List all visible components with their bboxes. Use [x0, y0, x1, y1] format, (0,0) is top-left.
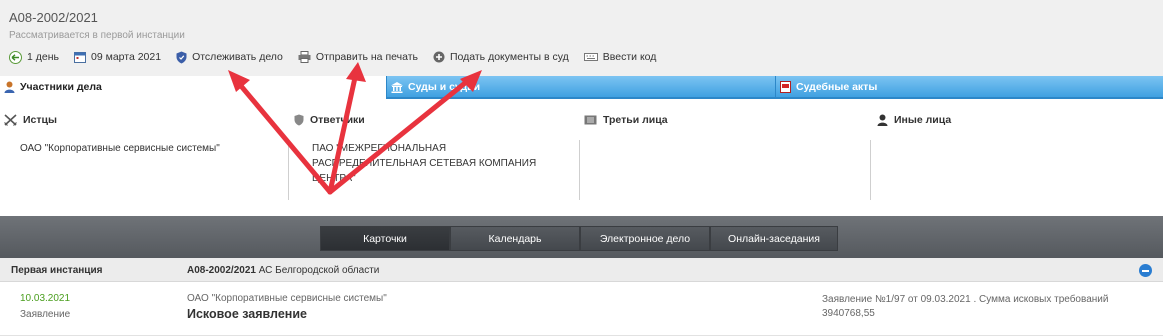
track-case-label: Отслеживать дело [192, 51, 283, 63]
plaintiff-item[interactable]: ОАО "Корпоративные сервисные системы" [20, 141, 220, 156]
days-label: 1 день [27, 51, 59, 63]
case-number: А08-2002/2021 [9, 10, 98, 25]
defendant-line: ЦЕНТРА" [312, 173, 356, 184]
plaintiffs-label: Истцы [23, 114, 57, 126]
submit-documents-button[interactable]: Подать документы в суд [433, 51, 569, 63]
enter-code-button[interactable]: Ввести код [583, 51, 657, 63]
cards-tab[interactable]: Карточки [320, 226, 450, 251]
defendant-item[interactable]: ПАО "МЕЖРЕГИОНАЛЬНАЯ РАСПРЕДЕЛИТЕЛЬНАЯ С… [312, 141, 536, 186]
print-label: Отправить на печать [315, 51, 418, 63]
defendants-column: Ответчики ПАО "МЕЖРЕГИОНАЛЬНАЯ РАСПРЕДЕЛ… [290, 99, 580, 216]
third-parties-column: Третьи лица [580, 99, 870, 216]
toolbar: 1 день 09 марта 2021 Отслеживать дело От… [9, 50, 671, 64]
case-header: А08-2002/2021 Рассматривается в первой и… [0, 0, 1163, 76]
defendant-line: ПАО "МЕЖРЕГИОНАЛЬНАЯ [312, 143, 447, 154]
date-label: 09 марта 2021 [91, 51, 162, 63]
instance-header[interactable]: Первая инстанция А08-2002/2021 АС Белгор… [0, 258, 1163, 282]
electronic-case-tab[interactable]: Электронное дело [580, 226, 710, 251]
column-divider [288, 140, 289, 200]
document-title[interactable]: Исковое заявление [187, 307, 307, 321]
tab-judicial-acts-label: Судебные акты [796, 81, 878, 93]
submit-documents-label: Подать документы в суд [449, 51, 569, 63]
instance-title: Первая инстанция [11, 265, 103, 276]
pdf-document-icon [780, 81, 791, 93]
view-switcher: Карточки Календарь Электронное дело Онла… [0, 216, 1163, 258]
tab-courts-label: Суды и судьи [408, 81, 481, 93]
plus-circle-icon [433, 51, 445, 63]
calendar-tab[interactable]: Календарь [450, 226, 580, 251]
document-type: Заявление [20, 309, 71, 320]
user-icon [4, 81, 15, 93]
tab-participants-label: Участники дела [20, 81, 102, 93]
tab-bar: Участники дела Суды и судьи Судебные акт… [0, 76, 1163, 98]
track-case-button[interactable]: Отслеживать дело [176, 51, 283, 64]
document-info: Заявление №1/97 от 09.03.2021 . Сумма ис… [822, 293, 1142, 321]
tab-judicial-acts[interactable]: Судебные акты [775, 76, 1163, 98]
document-date: 10.03.2021 [20, 293, 71, 304]
case-status: Рассматривается в первой инстанции [9, 30, 185, 41]
defendant-line: РАСПРЕДЕЛИТЕЛЬНАЯ СЕТЕВАЯ КОМПАНИЯ [312, 158, 537, 169]
plaintiffs-column: Истцы ОАО "Корпоративные сервисные систе… [0, 99, 290, 216]
stack-icon [584, 115, 597, 125]
person-icon [877, 114, 888, 126]
print-button[interactable]: Отправить на печать [298, 51, 418, 63]
printer-icon [298, 51, 311, 63]
online-sessions-tab[interactable]: Онлайн-заседания [710, 226, 838, 251]
defendants-header: Ответчики [294, 114, 365, 126]
shield-icon [294, 114, 304, 126]
enter-code-label: Ввести код [602, 51, 657, 63]
defendants-label: Ответчики [310, 114, 365, 126]
calendar-icon [74, 52, 86, 63]
plaintiffs-header: Истцы [4, 114, 57, 126]
courthouse-icon [391, 81, 403, 93]
back-arrow-icon [9, 50, 22, 64]
collapse-minus-icon[interactable] [1139, 264, 1152, 277]
instance-case-number: А08-2002/2021 [187, 265, 256, 276]
document-info-line: Заявление №1/97 от 09.03.2021 . Сумма ис… [822, 294, 1109, 305]
instance-case: А08-2002/2021 АС Белгородской области [187, 265, 379, 276]
instance-court: АС Белгородской области [258, 265, 380, 276]
date-indicator[interactable]: 09 марта 2021 [74, 51, 161, 63]
tab-participants[interactable]: Участники дела [0, 76, 386, 98]
other-parties-column: Иные лица [871, 99, 1161, 216]
crossed-swords-icon [4, 114, 17, 126]
other-parties-header: Иные лица [877, 114, 951, 126]
other-parties-label: Иные лица [894, 114, 952, 126]
keyboard-icon [583, 53, 598, 61]
document-row[interactable]: 10.03.2021 Заявление ОАО "Корпоративные … [0, 283, 1163, 336]
third-parties-header: Третьи лица [584, 114, 668, 126]
third-parties-label: Третьи лица [603, 114, 668, 126]
days-indicator[interactable]: 1 день [9, 50, 59, 64]
shield-icon [176, 51, 187, 63]
document-party: ОАО "Корпоративные сервисные системы" [187, 293, 387, 304]
tab-courts[interactable]: Суды и судьи [386, 76, 775, 98]
document-info-amount: 3940768,55 [822, 308, 875, 319]
participants-panel: Истцы ОАО "Корпоративные сервисные систе… [0, 99, 1163, 216]
